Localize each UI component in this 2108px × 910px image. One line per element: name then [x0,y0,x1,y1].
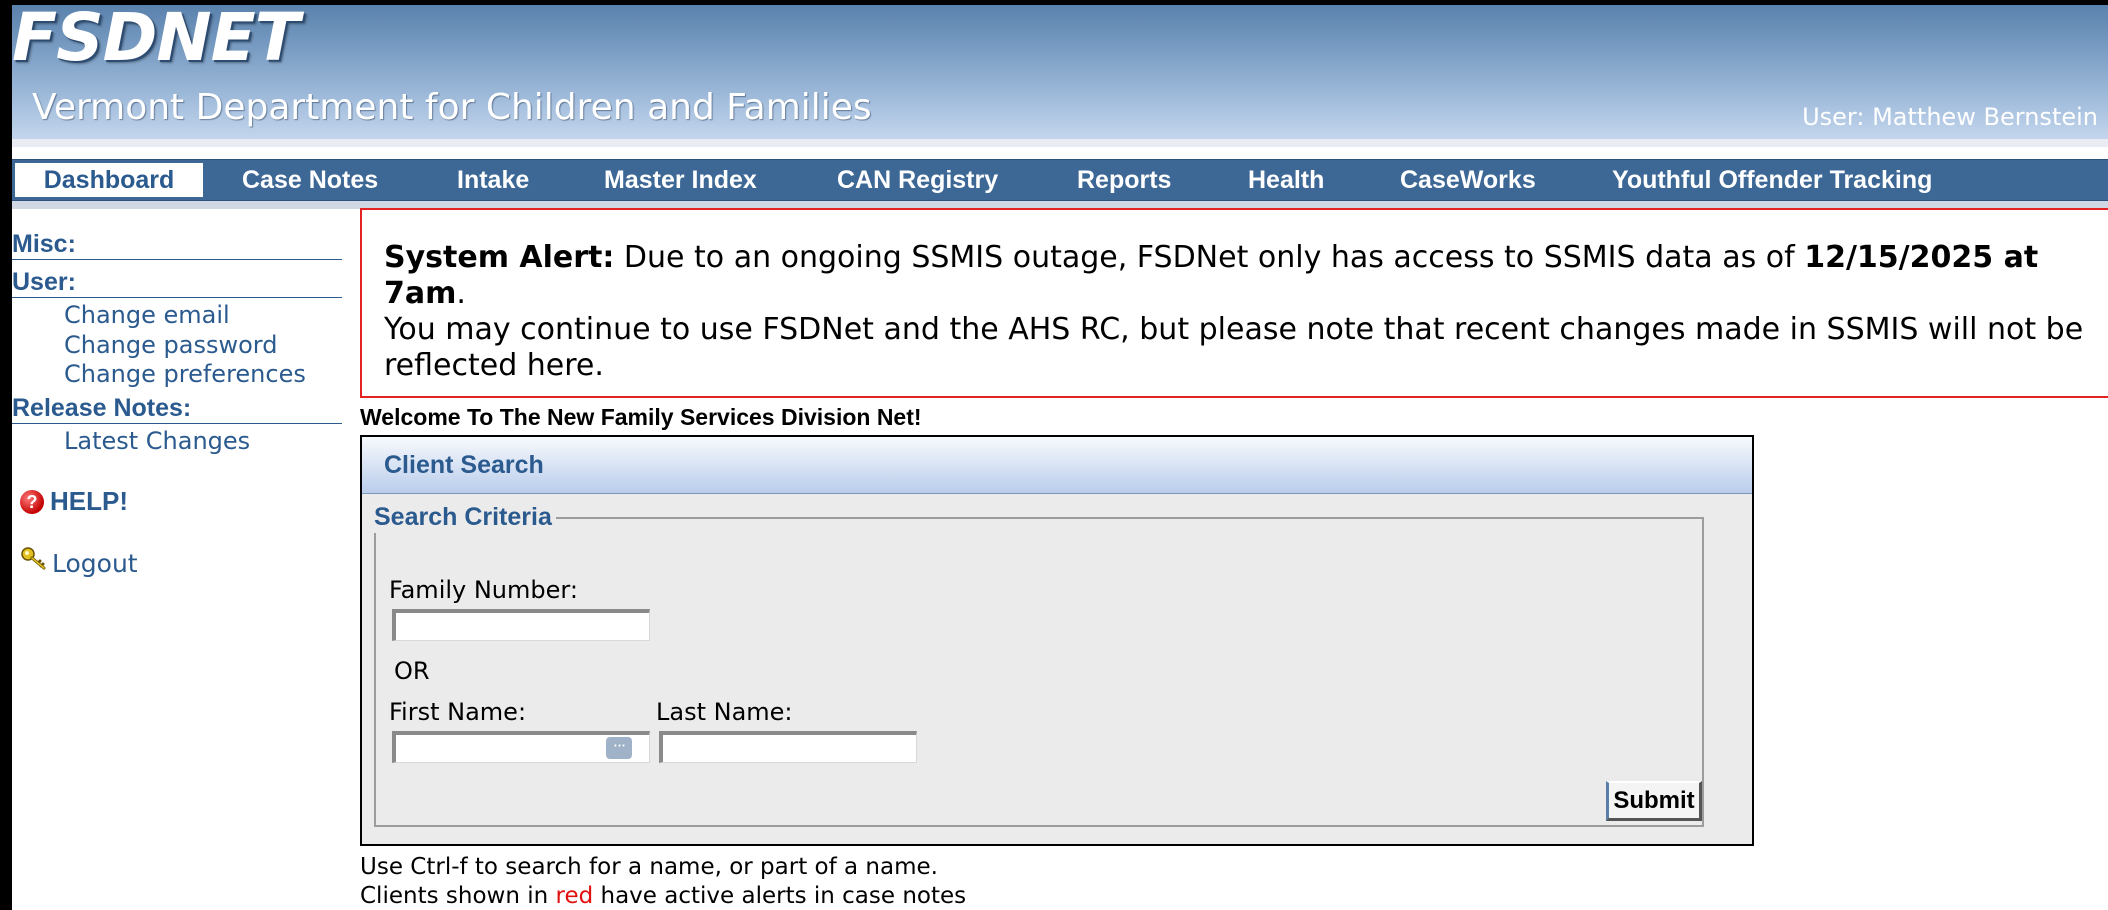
autofill-dots-icon[interactable]: ··· [606,737,632,759]
alert-note: You may continue to use FSDNet and the A… [384,312,2084,383]
tab-master-index[interactable]: Master Index [604,160,757,200]
tab-dashboard[interactable]: Dashboard [15,163,203,197]
search-criteria-legend: Search Criteria [374,501,556,533]
last-name-input[interactable] [659,731,917,763]
red-note-before: Clients shown in [360,883,556,909]
header-divider [12,139,2108,147]
tab-reports[interactable]: Reports [1077,160,1171,200]
client-search-header: Client Search [362,437,1752,494]
sidebar-heading-misc: Misc: [12,229,342,260]
tab-health[interactable]: Health [1248,160,1324,200]
app-header: FSDNET Vermont Department for Children a… [12,5,2108,139]
logout-label: Logout [52,549,138,578]
or-text: OR [394,657,430,685]
first-name-label: First Name: [389,698,527,726]
user-indicator: User: Matthew Bernstein [1802,103,2098,131]
submit-button[interactable]: Submit [1606,781,1702,821]
main-nav: Dashboard Case Notes Intake Master Index… [12,159,2108,201]
client-search-title: Client Search [384,451,544,479]
help-link[interactable]: ? HELP! [20,485,128,517]
logout-link[interactable]: Logout [20,546,138,580]
department-title: Vermont Department for Children and Fami… [32,87,872,128]
system-alert: System Alert: Due to an ongoing SSMIS ou… [360,208,2108,398]
alert-text: Due to an ongoing SSMIS outage, FSDNet o… [614,240,1805,275]
red-clients-note: Clients shown in red have active alerts … [360,882,966,910]
page: FSDNET Vermont Department for Children a… [12,5,2108,910]
client-search-panel: Client Search Search Criteria Family Num… [360,435,1754,846]
tab-can-registry[interactable]: CAN Registry [837,160,998,200]
sidebar-link-latest-changes[interactable]: Latest Changes [64,426,250,456]
tab-youthful-offender-tracking[interactable]: Youthful Offender Tracking [1612,160,1932,200]
tab-caseworks[interactable]: CaseWorks [1400,160,1536,200]
alert-period: . [456,276,466,311]
tab-case-notes[interactable]: Case Notes [242,160,378,200]
user-name: Matthew Bernstein [1872,103,2098,131]
help-label: HELP! [50,486,128,516]
user-label: User: [1802,103,1865,131]
search-criteria-fieldset: Search Criteria Family Number: OR First … [374,501,1704,827]
fsdnet-logo: FSDNET [12,5,300,76]
welcome-message: Welcome To The New Family Services Divis… [360,404,922,430]
sidebar-heading-user: User: [12,267,342,298]
help-icon: ? [20,490,44,514]
search-tip: Use Ctrl-f to search for a name, or part… [360,854,938,880]
red-note-red-word: red [555,883,594,909]
sidebar-heading-release-notes: Release Notes: [12,393,342,424]
last-name-label: Last Name: [656,698,793,726]
key-icon [21,547,46,570]
sidebar-link-change-preferences[interactable]: Change preferences [64,359,306,389]
family-number-input[interactable] [392,609,650,641]
sidebar-link-change-password[interactable]: Change password [64,330,277,360]
family-number-label: Family Number: [389,576,578,604]
alert-label: System Alert: [384,240,615,275]
red-note-after: have active alerts in case notes [593,883,967,909]
sidebar-link-change-email[interactable]: Change email [64,300,230,330]
tab-intake[interactable]: Intake [457,160,529,200]
